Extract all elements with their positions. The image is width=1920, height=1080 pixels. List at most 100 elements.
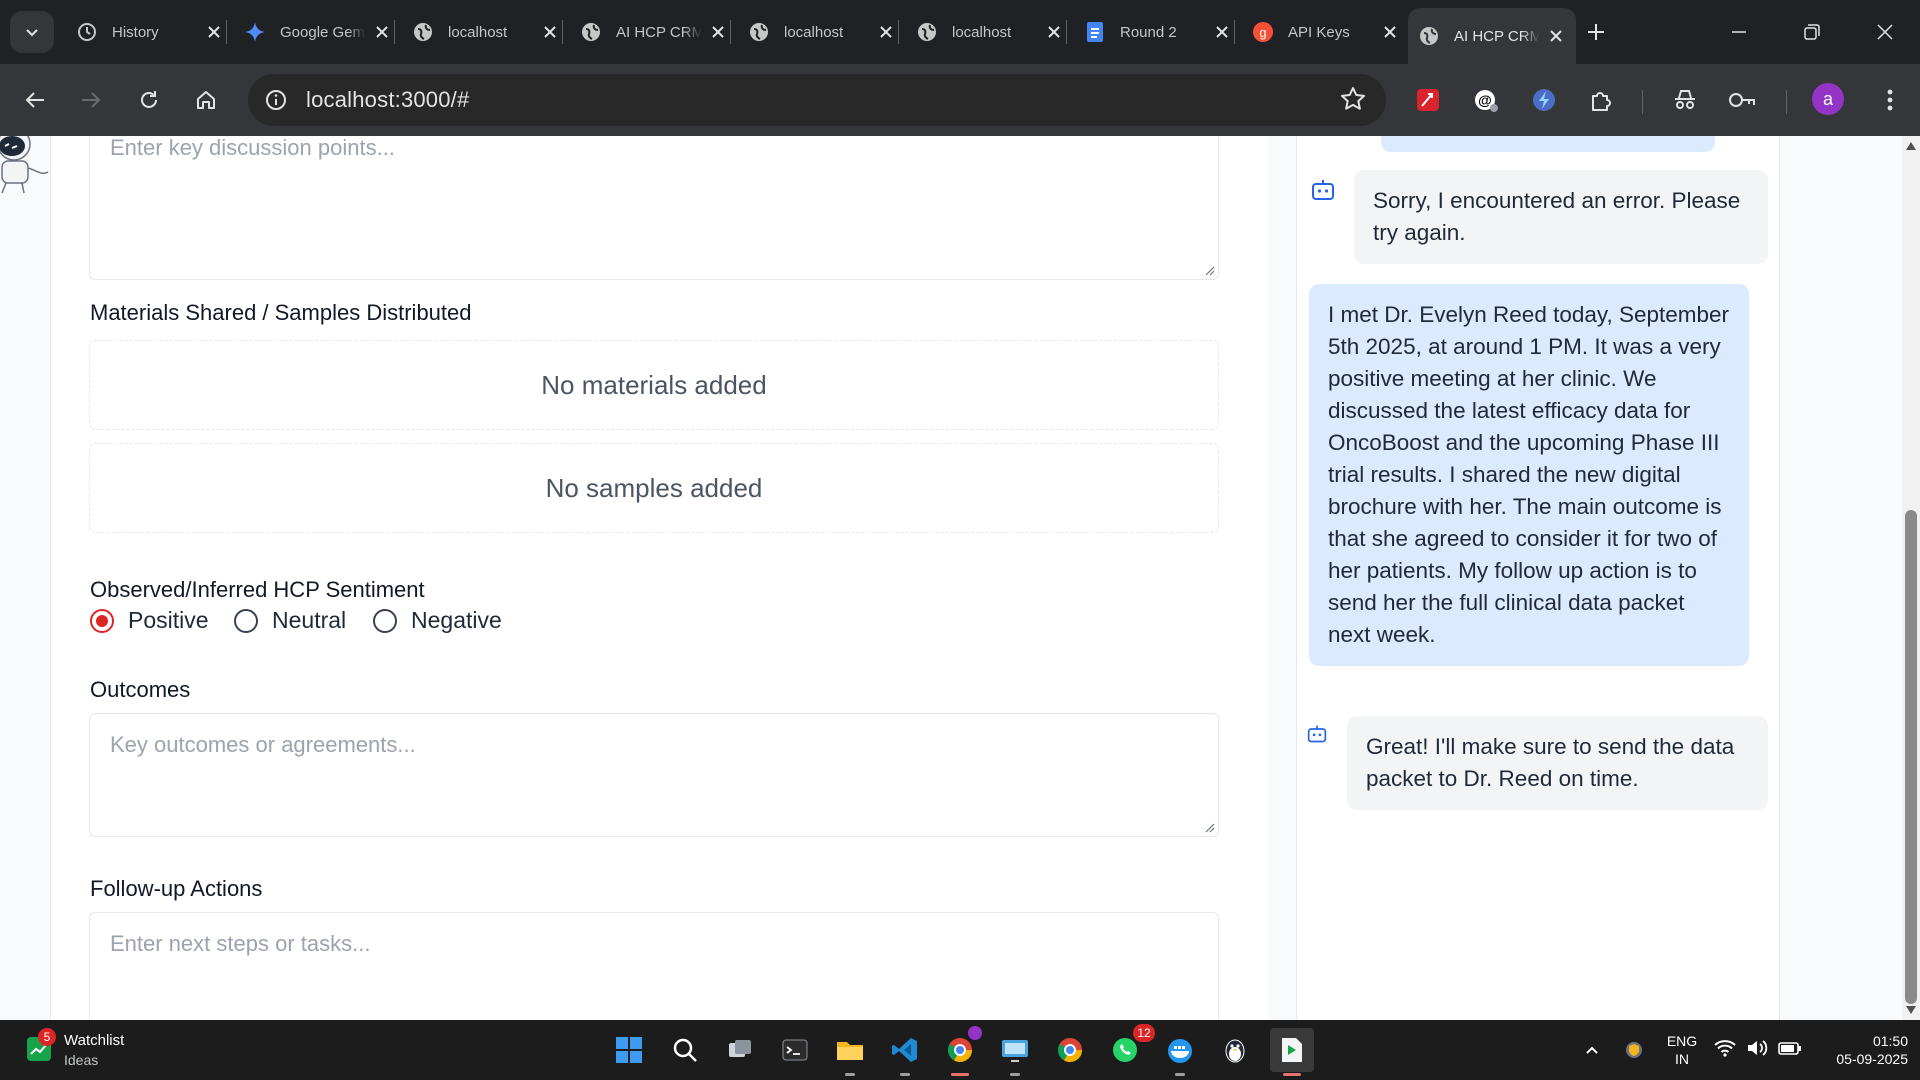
- bot-avatar-icon: [1307, 725, 1327, 743]
- remote-desktop-app[interactable]: [995, 1030, 1035, 1076]
- sentiment-label: Observed/Inferred HCP Sentiment: [90, 577, 425, 602]
- radio-checked-icon[interactable]: [90, 608, 114, 633]
- quick-settings[interactable]: [1714, 1038, 1802, 1058]
- close-icon[interactable]: [1212, 22, 1232, 42]
- close-icon[interactable]: [372, 22, 392, 42]
- task-view-button[interactable]: [720, 1030, 760, 1070]
- page-scrollbar[interactable]: [1902, 136, 1920, 1020]
- resize-grip-icon[interactable]: [1203, 264, 1215, 276]
- tab-localhost-2[interactable]: localhost: [738, 10, 906, 54]
- restore-icon: [1804, 24, 1820, 40]
- outcomes-label: Outcomes: [90, 677, 191, 702]
- password-key-icon[interactable]: [1722, 80, 1762, 120]
- discussion-topics-textarea[interactable]: Enter key discussion points...: [89, 136, 1219, 280]
- sentiment-negative-label: Negative: [411, 607, 502, 633]
- close-icon[interactable]: [708, 22, 728, 42]
- tray-app-button[interactable]: [1616, 1030, 1652, 1070]
- sentiment-negative-radio[interactable]: Negative: [373, 607, 502, 634]
- close-icon[interactable]: [1044, 22, 1064, 42]
- scroll-up-arrow-icon[interactable]: [1906, 142, 1916, 150]
- search-icon: [673, 1038, 697, 1062]
- globe-icon: [916, 21, 938, 43]
- language-code: ENG: [1666, 1033, 1698, 1049]
- chat-message-bot: Great! I'll make sure to send the data p…: [1347, 716, 1768, 810]
- materials-empty-box: No materials added: [89, 340, 1219, 430]
- tab-history[interactable]: History: [66, 10, 234, 54]
- followup-textarea[interactable]: Enter next steps or tasks...: [89, 912, 1219, 1020]
- svg-text:@: @: [1478, 92, 1492, 108]
- profile-avatar[interactable]: a: [1812, 83, 1844, 115]
- back-button[interactable]: [15, 80, 55, 120]
- close-icon[interactable]: [204, 22, 224, 42]
- outcomes-textarea[interactable]: Key outcomes or agreements...: [89, 713, 1219, 837]
- restore-button[interactable]: [1789, 10, 1835, 54]
- reload-button[interactable]: [129, 80, 169, 120]
- close-icon[interactable]: [1546, 26, 1566, 46]
- terminal-app[interactable]: [775, 1030, 815, 1070]
- tux-app[interactable]: [1215, 1030, 1255, 1070]
- forward-button[interactable]: [71, 80, 111, 120]
- interaction-form: Enter key discussion points... Materials…: [50, 136, 1270, 1020]
- svg-text:g: g: [1259, 25, 1266, 40]
- extensions-puzzle-icon[interactable]: [1582, 80, 1622, 120]
- radio-unchecked-icon[interactable]: [234, 608, 258, 633]
- tab-title: localhost: [448, 23, 508, 41]
- new-tab-button[interactable]: [1578, 14, 1614, 50]
- browser-tab-strip: History Google Gemini localhost AI HCP C…: [0, 0, 1920, 64]
- tab-round-2[interactable]: Round 2: [1074, 10, 1242, 54]
- tab-api-keys[interactable]: g API Keys: [1242, 10, 1410, 54]
- tab-ai-hcp-crm[interactable]: AI HCP CRM: [570, 10, 738, 54]
- site-info-icon[interactable]: [256, 80, 296, 120]
- file-explorer-app[interactable]: [830, 1030, 870, 1076]
- outcomes-placeholder: Key outcomes or agreements...: [110, 732, 416, 757]
- sentiment-positive-radio[interactable]: Positive: [90, 607, 209, 634]
- tab-localhost-3[interactable]: localhost: [906, 10, 1074, 54]
- scrollbar-thumb[interactable]: [1905, 510, 1917, 1004]
- resize-grip-icon[interactable]: [1203, 821, 1215, 833]
- start-button[interactable]: [609, 1030, 649, 1070]
- home-button[interactable]: [186, 80, 226, 120]
- sentiment-positive-label: Positive: [128, 607, 209, 633]
- system-clock[interactable]: 01:50 05-09-2025: [1808, 1032, 1908, 1068]
- tab-title: localhost: [784, 23, 844, 41]
- tab-title: API Keys: [1288, 23, 1350, 41]
- scroll-down-arrow-icon[interactable]: [1906, 1006, 1916, 1014]
- watchlist-widget[interactable]: 5 Watchlist Ideas: [20, 1028, 180, 1072]
- minimize-button[interactable]: [1716, 10, 1762, 54]
- samples-empty-box: No samples added: [89, 443, 1219, 533]
- address-bar[interactable]: localhost:3000/#: [248, 74, 1386, 126]
- followup-placeholder: Enter next steps or tasks...: [110, 931, 371, 956]
- arrow-left-icon: [25, 92, 44, 108]
- tab-localhost-1[interactable]: localhost: [402, 10, 570, 54]
- monitor-icon: [1002, 1040, 1028, 1062]
- tab-search-button[interactable]: [10, 11, 54, 53]
- sentiment-neutral-radio[interactable]: Neutral: [234, 607, 346, 634]
- search-button[interactable]: [665, 1030, 705, 1070]
- chrome-profile-app[interactable]: [940, 1026, 982, 1076]
- active-app[interactable]: [1270, 1028, 1314, 1076]
- chrome-menu-button[interactable]: [1870, 80, 1910, 120]
- url-text[interactable]: localhost:3000/#: [306, 87, 469, 113]
- close-icon[interactable]: [1380, 22, 1400, 42]
- extension-threads-icon[interactable]: @: [1466, 80, 1506, 120]
- whatsapp-app[interactable]: 12: [1105, 1024, 1155, 1070]
- page-viewport: Enter key discussion points... Materials…: [0, 136, 1920, 1020]
- language-indicator[interactable]: ENG IN: [1660, 1032, 1704, 1068]
- close-icon[interactable]: [540, 22, 560, 42]
- profile-badge: [968, 1026, 982, 1040]
- chrome-app[interactable]: [1050, 1030, 1090, 1070]
- penguin-icon: [1225, 1039, 1245, 1063]
- close-window-button[interactable]: [1862, 10, 1908, 54]
- bookmark-star-icon[interactable]: [1340, 86, 1366, 117]
- extension-bolt-icon[interactable]: [1524, 80, 1564, 120]
- globe-icon: [412, 21, 434, 43]
- docker-app[interactable]: [1160, 1030, 1200, 1076]
- tab-gemini[interactable]: Google Gemini: [234, 10, 402, 54]
- incognito-icon[interactable]: [1665, 80, 1705, 120]
- tab-ai-hcp-crm-active[interactable]: AI HCP CRM: [1408, 8, 1576, 64]
- show-hidden-icons-button[interactable]: [1572, 1030, 1612, 1070]
- vscode-app[interactable]: [885, 1030, 925, 1076]
- close-icon[interactable]: [876, 22, 896, 42]
- radio-unchecked-icon[interactable]: [373, 608, 397, 633]
- extension-red-icon[interactable]: [1408, 80, 1448, 120]
